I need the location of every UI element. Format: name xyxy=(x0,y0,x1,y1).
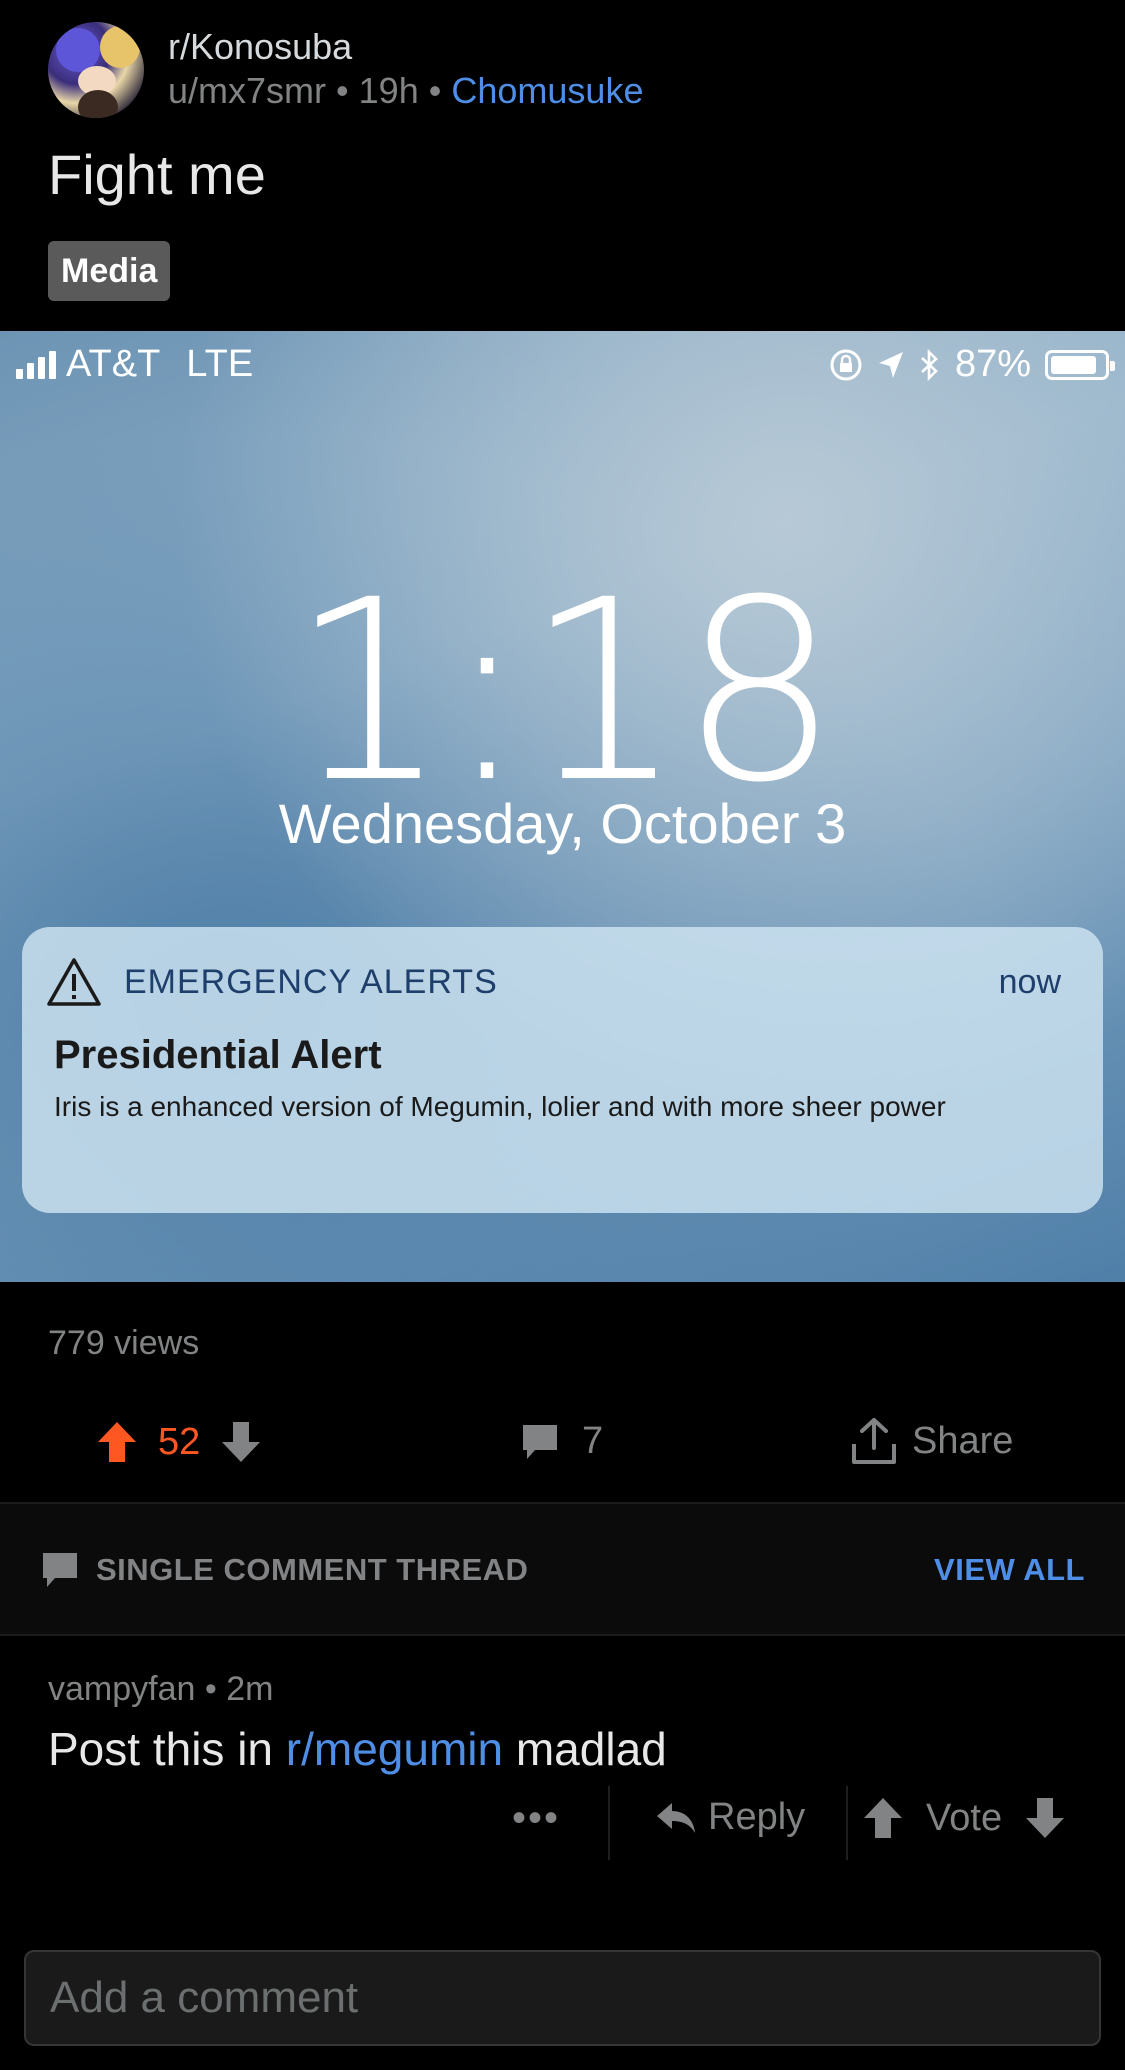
post-score: 52 xyxy=(158,1420,201,1463)
meta-separator: • xyxy=(204,1670,217,1708)
battery-percent: 87% xyxy=(954,343,1031,385)
alert-body: Iris is a enhanced version of Megumin, l… xyxy=(54,1091,946,1122)
upvote-icon[interactable] xyxy=(862,1796,904,1840)
share-label: Share xyxy=(912,1419,1014,1462)
vote-label: Vote xyxy=(926,1796,1003,1839)
subreddit-avatar[interactable] xyxy=(48,22,144,118)
comment-age: 2m xyxy=(226,1670,274,1708)
comment-author[interactable]: vampyfan xyxy=(48,1670,195,1708)
view-all-button[interactable]: VIEW ALL xyxy=(934,1552,1085,1588)
emergency-alert-notification: EMERGENCY ALERTS now Presidential Alert … xyxy=(22,927,1103,1213)
thread-bar: SINGLE COMMENT THREAD VIEW ALL xyxy=(0,1504,1125,1634)
alert-headline: Presidential Alert xyxy=(54,1033,382,1077)
comment-actions: ••• Reply Vote xyxy=(0,1786,1125,1860)
comment-text-before: Post this in xyxy=(48,1723,286,1775)
meta-separator: • xyxy=(336,70,349,111)
post-flair-tag[interactable]: Media xyxy=(48,241,171,301)
post-actions: 52 7 Share xyxy=(0,1410,1125,1490)
comment-thread-icon xyxy=(43,1553,77,1587)
comments-button[interactable]: 7 xyxy=(520,1420,603,1463)
comment-icon xyxy=(523,1424,557,1459)
rotation-lock-icon xyxy=(830,349,862,380)
location-icon xyxy=(878,351,903,378)
upvote-icon[interactable] xyxy=(96,1420,138,1464)
action-separator xyxy=(846,1786,848,1860)
network-label: LTE xyxy=(186,343,254,385)
share-icon xyxy=(852,1418,896,1464)
view-count: 779 views xyxy=(48,1324,200,1362)
subreddit-name[interactable]: r/Konosuba xyxy=(168,26,352,68)
post-header: r/Konosuba u/mx7smr • 19h • Chomusuke Fi… xyxy=(0,0,1125,330)
comment-body: Post this in r/megumin madlad xyxy=(48,1722,667,1776)
reply-icon xyxy=(657,1802,695,1833)
battery-icon xyxy=(1045,349,1115,380)
comment-meta: vampyfan • 2m xyxy=(48,1670,273,1709)
share-button[interactable]: Share xyxy=(850,1416,1013,1466)
lockscreen-date: Wednesday, October 3 xyxy=(278,792,847,855)
comment-vote-group: Vote xyxy=(862,1796,1066,1840)
post-media-image[interactable]: AT&T LTE 87% 1:18 Wednesday, October 3 E… xyxy=(0,331,1125,1282)
phone-status-right: 87% xyxy=(829,343,1115,386)
warning-icon xyxy=(47,958,101,1006)
downvote-icon[interactable] xyxy=(220,1420,262,1464)
comment-text-after: madlad xyxy=(503,1723,667,1775)
more-options-button[interactable]: ••• xyxy=(512,1796,560,1841)
comment-item: vampyfan • 2m Post this in r/megumin mad… xyxy=(0,1636,1125,1870)
post-vote-group: 52 xyxy=(96,1420,262,1464)
action-separator xyxy=(608,1786,610,1860)
comment-count: 7 xyxy=(582,1420,604,1462)
post-author[interactable]: u/mx7smr xyxy=(168,70,326,111)
reply-button[interactable]: Reply xyxy=(654,1796,805,1839)
carrier-label: AT&T xyxy=(66,343,161,385)
post-meta: u/mx7smr • 19h • Chomusuke xyxy=(168,70,643,112)
phone-status-left: AT&T LTE xyxy=(16,343,253,386)
alert-time: now xyxy=(998,963,1061,1001)
post-title: Fight me xyxy=(48,143,266,206)
comment-composer-area xyxy=(0,1870,1125,2070)
signal-icon xyxy=(16,350,56,379)
thread-label: SINGLE COMMENT THREAD xyxy=(96,1552,529,1587)
bluetooth-icon xyxy=(921,348,938,381)
add-comment-input[interactable] xyxy=(24,1950,1101,2046)
reply-label: Reply xyxy=(708,1796,806,1838)
post-age: 19h xyxy=(358,70,419,111)
downvote-icon[interactable] xyxy=(1024,1796,1066,1840)
subreddit-link[interactable]: r/megumin xyxy=(286,1723,503,1775)
meta-separator: • xyxy=(428,70,442,111)
user-flair: Chomusuke xyxy=(451,70,644,111)
alert-app-name: EMERGENCY ALERTS xyxy=(124,963,498,1001)
